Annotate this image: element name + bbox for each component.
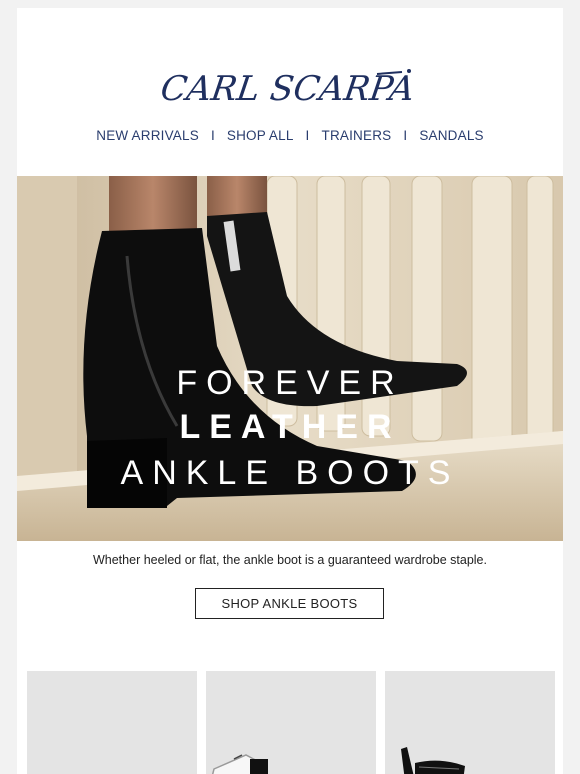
hero-headline-line3: ANKLE BOOTS bbox=[120, 454, 460, 492]
product-image-3 bbox=[401, 747, 465, 774]
nav-separator: I bbox=[403, 128, 408, 143]
logo-text: CARL SCARPA bbox=[158, 69, 417, 109]
product-tile-3[interactable] bbox=[385, 671, 555, 774]
hero-banner[interactable]: FOREVER LEATHER ANKLE BOOTS bbox=[17, 176, 563, 541]
nav-trainers[interactable]: TRAINERS bbox=[322, 128, 392, 143]
hero-headline-line1: FOREVER bbox=[176, 364, 404, 402]
hero-tagline: Whether heeled or flat, the ankle boot i… bbox=[92, 553, 487, 567]
nav-separator: I bbox=[210, 128, 215, 143]
logo-wordmark: CARL SCARPA bbox=[158, 69, 417, 109]
nav-new-arrivals[interactable]: NEW ARRIVALS bbox=[96, 128, 199, 143]
nav-shop-all[interactable]: SHOP ALL bbox=[227, 128, 294, 143]
nav-separator: I bbox=[305, 128, 310, 143]
email-container: CARL SCARPA NEW ARRIVALS I SHOP ALL I TRAINE… bbox=[17, 8, 563, 774]
nav-sandals[interactable]: SANDALS bbox=[419, 128, 483, 143]
product-tile-1[interactable] bbox=[27, 671, 197, 774]
brand-logo[interactable]: CARL SCARPA bbox=[17, 60, 563, 120]
product-tile-2[interactable] bbox=[206, 671, 376, 774]
top-nav: NEW ARRIVALS I SHOP ALL I TRAINERS I SANDALS bbox=[17, 128, 563, 143]
hero-headline-line2: LEATHER bbox=[179, 408, 401, 446]
product-image-2 bbox=[211, 754, 268, 774]
shop-ankle-boots-button[interactable]: SHOP ANKLE BOOTS bbox=[195, 588, 384, 619]
